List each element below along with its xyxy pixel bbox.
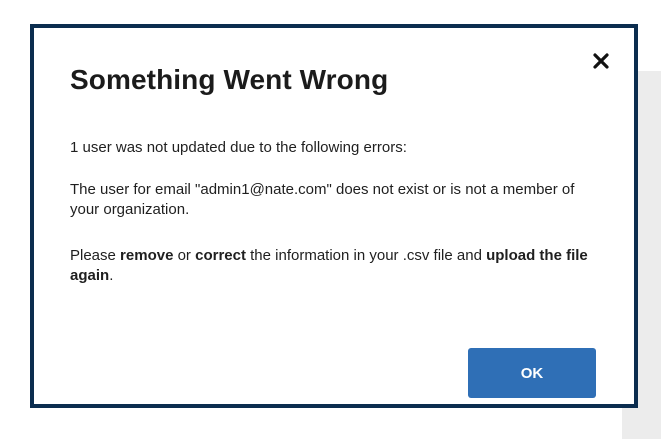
error-dialog: Something Went Wrong 1 user was not upda… [30, 24, 638, 408]
correct-emphasis: correct [195, 247, 246, 264]
instruction-suffix: . [109, 267, 114, 284]
close-button[interactable] [586, 46, 616, 76]
instruction-or: or [173, 247, 196, 264]
dialog-title: Something Went Wrong [70, 64, 389, 95]
instruction-text: Please remove or correct the information… [70, 246, 590, 286]
error-detail: The user for email "admin1@nate.com" doe… [70, 181, 575, 218]
instruction-middle: the information in your .csv file and [245, 247, 487, 264]
error-summary: 1 user was not updated due to the follow… [70, 139, 407, 156]
remove-emphasis: remove [120, 247, 174, 264]
instruction-prefix: Please [70, 247, 121, 264]
close-icon [593, 53, 609, 69]
ok-button[interactable]: OK [468, 348, 596, 398]
